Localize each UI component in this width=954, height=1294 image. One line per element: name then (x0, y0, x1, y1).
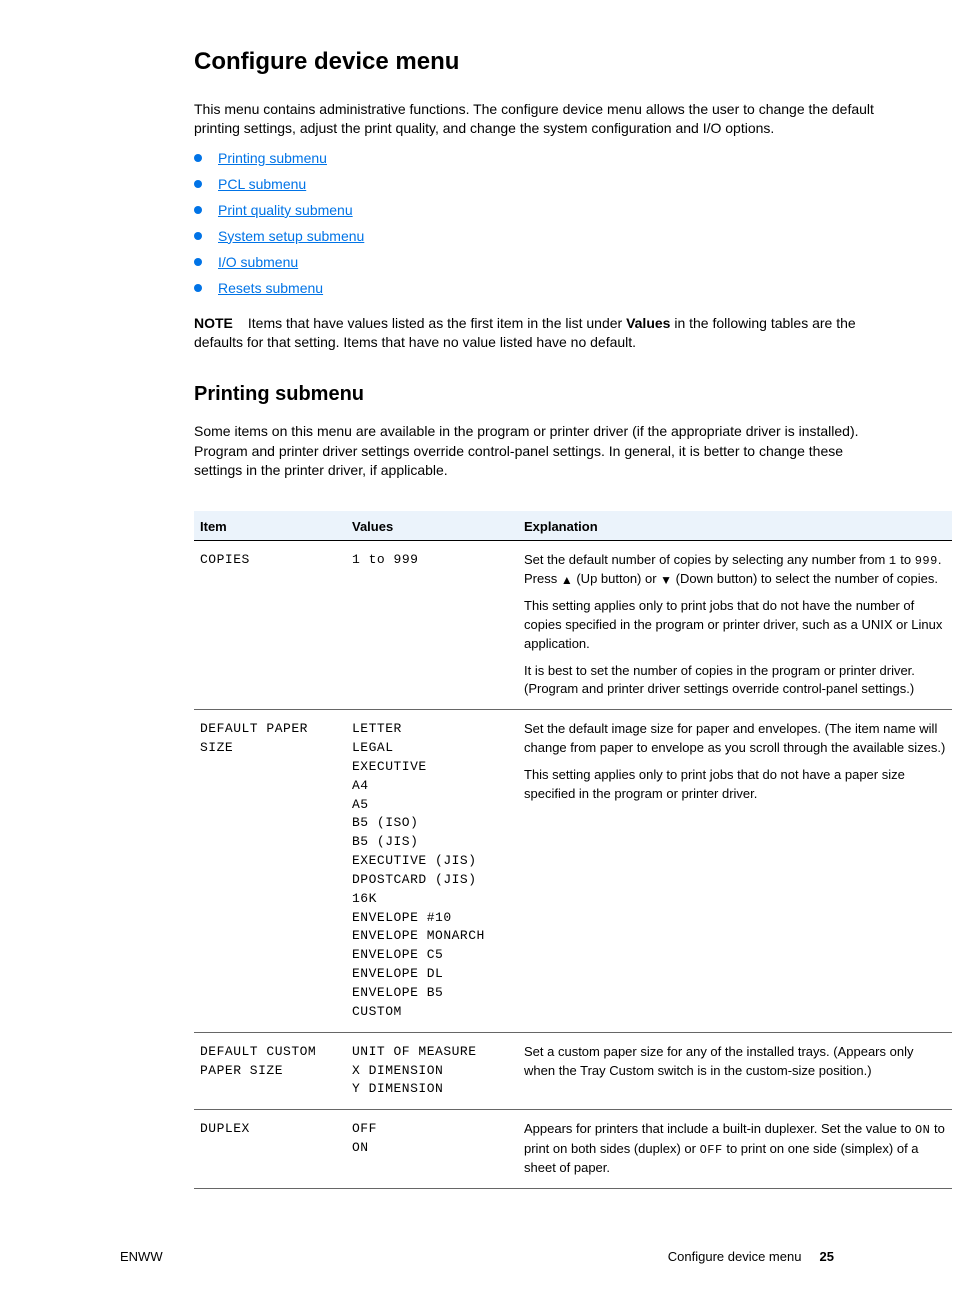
copies-exp-p2: This setting applies only to print jobs … (524, 597, 946, 654)
paper-exp-p2: This setting applies only to print jobs … (524, 766, 946, 804)
footer-right-text: Configure device menu (668, 1249, 802, 1264)
submenu-link-list: Printing submenu PCL submenu Print quali… (194, 150, 894, 296)
list-item: PCL submenu (194, 176, 894, 192)
duplex-off-word: OFF (700, 1143, 723, 1157)
note-values-word: Values (626, 315, 670, 331)
cell-item: COPIES (194, 540, 346, 709)
cell-values: 1 to 999 (346, 540, 518, 709)
cell-item: DUPLEX (194, 1110, 346, 1189)
copies-exp-mid: to (897, 552, 915, 567)
submenu-link[interactable]: Resets submenu (218, 280, 323, 296)
cell-values: LETTER LEGAL EXECUTIVE A4 A5 B5 (ISO) B5… (346, 710, 518, 1033)
list-item: Printing submenu (194, 150, 894, 166)
submenu-link[interactable]: PCL submenu (218, 176, 306, 192)
bullet-icon (194, 284, 202, 292)
value-item: UNIT OF MEASURE (352, 1043, 512, 1062)
submenu-link[interactable]: Print quality submenu (218, 202, 353, 218)
copies-high: 999 (915, 554, 938, 568)
down-arrow-icon: ▼ (660, 574, 672, 586)
value-item: ENVELOPE #10 (352, 909, 512, 928)
item-line2: SIZE (200, 739, 340, 758)
table-row: COPIES 1 to 999 Set the default number o… (194, 540, 952, 709)
value-item: Y DIMENSION (352, 1080, 512, 1099)
submenu-desc: Some items on this menu are available in… (194, 422, 894, 481)
value-item: LEGAL (352, 739, 512, 758)
value-item: LETTER (352, 720, 512, 739)
cell-explanation: Set the default image size for paper and… (518, 710, 952, 1033)
value-item: B5 (ISO) (352, 814, 512, 833)
table-row: DEFAULT CUSTOM PAPER SIZE UNIT OF MEASUR… (194, 1032, 952, 1110)
note-label: NOTE (194, 314, 244, 334)
cell-explanation: Set a custom paper size for any of the i… (518, 1032, 952, 1110)
table-header-row: Item Values Explanation (194, 511, 952, 541)
col-item: Item (194, 511, 346, 541)
item-line1: DEFAULT PAPER (200, 720, 340, 739)
value-item: 16K (352, 890, 512, 909)
value-item: CUSTOM (352, 1003, 512, 1022)
submenu-link[interactable]: System setup submenu (218, 228, 364, 244)
table-row: DUPLEX OFF ON Appears for printers that … (194, 1110, 952, 1189)
value-item: ENVELOPE DL (352, 965, 512, 984)
bullet-icon (194, 154, 202, 162)
item-line1: DEFAULT CUSTOM (200, 1043, 340, 1062)
copies-exp-p3: It is best to set the number of copies i… (524, 662, 946, 700)
table-row: DEFAULT PAPER SIZE LETTER LEGAL EXECUTIV… (194, 710, 952, 1033)
value-item: DPOSTCARD (JIS) (352, 871, 512, 890)
list-item: I/O submenu (194, 254, 894, 270)
value-item: ENVELOPE MONARCH (352, 927, 512, 946)
note-text-1: Items that have values listed as the fir… (248, 315, 626, 331)
copies-exp-lead: Set the default number of copies by sele… (524, 552, 889, 567)
col-values: Values (346, 511, 518, 541)
up-arrow-icon: ▲ (561, 574, 573, 586)
cell-values: OFF ON (346, 1110, 518, 1189)
list-item: Resets submenu (194, 280, 894, 296)
footer-page-number: 25 (820, 1249, 834, 1264)
range-sep: to (360, 552, 393, 567)
value-item: EXECUTIVE (JIS) (352, 852, 512, 871)
cell-values: UNIT OF MEASURE X DIMENSION Y DIMENSION (346, 1032, 518, 1110)
submenu-link[interactable]: I/O submenu (218, 254, 298, 270)
submenu-link[interactable]: Printing submenu (218, 150, 327, 166)
footer-right: Configure device menu 25 (668, 1249, 834, 1264)
item-line2: PAPER SIZE (200, 1062, 340, 1081)
value-item: A4 (352, 777, 512, 796)
value-item: ON (352, 1139, 512, 1158)
value-item: ENVELOPE C5 (352, 946, 512, 965)
value-item: ENVELOPE B5 (352, 984, 512, 1003)
range-high: 999 (394, 552, 419, 567)
intro-paragraph: This menu contains administrative functi… (194, 100, 894, 138)
list-item: System setup submenu (194, 228, 894, 244)
footer-left: ENWW (120, 1249, 163, 1264)
value-item: X DIMENSION (352, 1062, 512, 1081)
page-footer: ENWW Configure device menu 25 (60, 1249, 894, 1294)
copies-low: 1 (889, 554, 897, 568)
bullet-icon (194, 206, 202, 214)
duplex-on-word: ON (915, 1123, 930, 1137)
value-item: B5 (JIS) (352, 833, 512, 852)
cell-explanation: Set the default number of copies by sele… (518, 540, 952, 709)
value-item: OFF (352, 1120, 512, 1139)
paper-exp-p1: Set the default image size for paper and… (524, 720, 946, 758)
value-item: EXECUTIVE (352, 758, 512, 777)
list-item: Print quality submenu (194, 202, 894, 218)
cell-item: DEFAULT CUSTOM PAPER SIZE (194, 1032, 346, 1110)
cell-item: DEFAULT PAPER SIZE (194, 710, 346, 1033)
bullet-icon (194, 232, 202, 240)
copies-exp-after2: (Up button) or (573, 571, 660, 586)
bullet-icon (194, 180, 202, 188)
value-item: A5 (352, 796, 512, 815)
bullet-icon (194, 258, 202, 266)
printing-settings-table: Item Values Explanation COPIES 1 to 999 … (194, 511, 952, 1189)
page-title: Configure device menu (194, 48, 894, 76)
copies-exp-after3: (Down button) to select the number of co… (672, 571, 938, 586)
duplex-exp-lead: Appears for printers that include a buil… (524, 1121, 915, 1136)
col-explanation: Explanation (518, 511, 952, 541)
note-paragraph: NOTE Items that have values listed as th… (194, 314, 894, 353)
cell-explanation: Appears for printers that include a buil… (518, 1110, 952, 1189)
submenu-heading: Printing submenu (194, 383, 894, 406)
